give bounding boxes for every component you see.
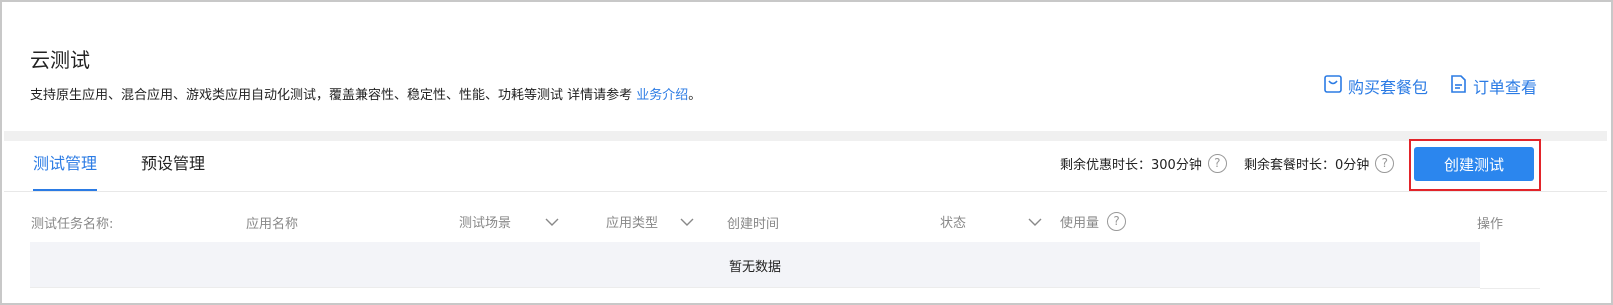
main-panel: 测试管理 预设管理 剩余优惠时长：300分钟 ? 剩余套餐时长：0分钟 ? 创建… <box>4 139 1607 301</box>
order-icon <box>1448 74 1468 98</box>
buy-package-link[interactable]: 购买套餐包 <box>1323 74 1428 98</box>
page-description: 支持原生应用、混合应用、游戏类应用自动化测试，覆盖兼容性、稳定性、性能、功耗等测… <box>30 84 701 103</box>
help-icon[interactable]: ? <box>1375 154 1395 173</box>
page-header: 云测试 支持原生应用、混合应用、游戏类应用自动化测试，覆盖兼容性、稳定性、性能、… <box>4 4 1607 131</box>
buy-package-label: 购买套餐包 <box>1347 78 1428 97</box>
table-header: 测试任务名称: 应用名称 测试场景 应用类型 创建时间 状态 使用量 ? 操作 <box>4 192 1607 240</box>
section-gap <box>4 131 1607 141</box>
column-status: 状态 <box>940 212 1042 231</box>
page-title: 云测试 <box>30 48 90 72</box>
table-body: 暂无数据 <box>30 242 1480 288</box>
chevron-down-icon[interactable] <box>1028 215 1042 229</box>
column-actions: 操作 <box>1477 217 1504 232</box>
chevron-down-icon[interactable] <box>545 215 559 229</box>
order-view-label: 订单查看 <box>1472 78 1537 97</box>
help-icon[interactable]: ? <box>1107 212 1127 231</box>
tab-test-management[interactable]: 测试管理 <box>33 141 98 191</box>
tab-preset-management[interactable]: 预设管理 <box>141 141 205 191</box>
header-actions: 购买套餐包 订单查看 <box>1323 74 1537 98</box>
help-icon[interactable]: ? <box>1207 154 1227 173</box>
column-app-name: 应用名称 <box>246 217 299 232</box>
chevron-down-icon[interactable] <box>680 215 694 229</box>
description-suffix: 。 <box>688 88 702 103</box>
description-text: 支持原生应用、混合应用、游戏类应用自动化测试，覆盖兼容性、稳定性、性能、功耗等测… <box>30 88 633 103</box>
discount-quota-label: 剩余优惠时长：300分钟 <box>1060 158 1202 173</box>
create-test-button[interactable]: 创建测试 <box>1414 147 1534 181</box>
column-app-type: 应用类型 <box>606 212 694 231</box>
empty-state-text: 暂无数据 <box>728 260 781 275</box>
column-test-scene: 测试场景 <box>459 212 559 231</box>
table-bottom-line <box>1480 288 1540 289</box>
package-quota-label: 剩余套餐时长：0分钟 <box>1244 158 1370 173</box>
column-task-name: 测试任务名称: <box>31 217 114 232</box>
bag-icon <box>1323 74 1343 98</box>
package-quota: 剩余套餐时长：0分钟 ? <box>1244 154 1395 173</box>
column-usage: 使用量 ? <box>1060 212 1127 231</box>
discount-quota: 剩余优惠时长：300分钟 ? <box>1060 154 1227 173</box>
column-created-time: 创建时间 <box>727 217 780 232</box>
tab-bar: 测试管理 预设管理 <box>33 141 249 191</box>
business-intro-link[interactable]: 业务介绍 <box>636 88 688 103</box>
order-view-link[interactable]: 订单查看 <box>1448 74 1537 98</box>
